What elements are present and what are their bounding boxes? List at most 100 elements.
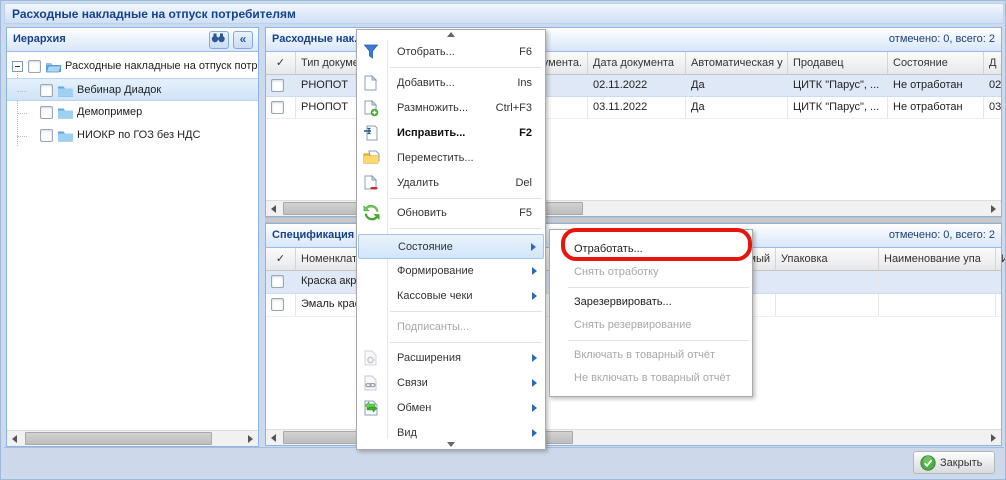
menu-scroll-down-icon[interactable]: [358, 439, 544, 449]
row-checkbox[interactable]: [271, 101, 284, 114]
cell-check: [266, 271, 296, 293]
menu-item-signers: Подписанты...: [358, 315, 544, 340]
cell-package-name: [879, 294, 996, 316]
cell-auto: Да: [686, 75, 788, 96]
scroll-left-icon[interactable]: [7, 431, 23, 446]
menu-separator: [390, 198, 542, 199]
annotation-highlight: [561, 228, 752, 261]
scroll-right-icon[interactable]: [985, 201, 1001, 216]
page-title: Расходные накладные на отпуск потребител…: [12, 7, 296, 21]
cell-auto: Да: [686, 97, 788, 118]
collapse-node-icon[interactable]: [12, 61, 23, 72]
duplicate-document-icon: [363, 100, 381, 117]
column-package[interactable]: Упаковка: [776, 248, 879, 270]
column-state[interactable]: Состояние: [888, 52, 984, 74]
menu-item-exchange[interactable]: Обмен: [358, 396, 544, 421]
documents-title: Расходные нак.: [272, 33, 357, 45]
cell-seller: ЦИТК "Парус", ...: [788, 75, 888, 96]
column-check[interactable]: ✓: [266, 248, 296, 270]
scroll-left-icon[interactable]: [266, 201, 282, 216]
menu-item-extensions[interactable]: Расширения: [358, 346, 544, 371]
collapse-panel-icon[interactable]: «: [233, 31, 253, 49]
row-checkbox[interactable]: [271, 79, 284, 92]
submenu-item-reserve[interactable]: Зарезервировать...: [551, 291, 751, 314]
menu-item-delete[interactable]: Удалить Del: [358, 171, 544, 196]
menu-separator: [390, 342, 542, 343]
hierarchy-panel-header: Иерархия «: [7, 28, 258, 52]
menu-item-refresh[interactable]: Обновить F5: [358, 201, 544, 226]
menu-item-forming[interactable]: Формирование: [358, 259, 544, 284]
specification-counter: отмечено: 0, всего: 2: [889, 229, 995, 241]
cell-package: [776, 271, 879, 293]
scroll-right-icon[interactable]: [242, 431, 258, 446]
column-last[interactable]: И: [996, 248, 1006, 270]
cell-doc-date: 02.11.2022: [588, 75, 686, 96]
row-checkbox[interactable]: [271, 298, 284, 311]
filter-icon: [363, 44, 381, 61]
hierarchy-tree: Расходные накладные на отпуск потре Веби…: [7, 53, 258, 430]
window-titlebar: Расходные накладные на отпуск потребител…: [4, 3, 1004, 24]
column-auto[interactable]: Автоматическая у: [686, 52, 788, 74]
submenu-arrow-icon: [532, 292, 537, 300]
tree-item-demo[interactable]: Демопример: [7, 101, 258, 124]
tree-item-vebinar[interactable]: Вебинар Диадок: [7, 78, 258, 101]
scrollbar-thumb[interactable]: [25, 432, 212, 445]
submenu-arrow-icon: [531, 243, 536, 251]
submenu-arrow-icon: [532, 429, 537, 437]
footer-bar: Закрыть: [4, 447, 1004, 476]
cell-package: [776, 294, 879, 316]
tree-item-label[interactable]: Вебинар Диадок: [77, 84, 161, 96]
column-package-name[interactable]: Наименование упа: [879, 248, 996, 270]
folder-icon: [57, 84, 74, 97]
tree-hscrollbar[interactable]: [7, 430, 258, 446]
tree-item-checkbox[interactable]: [40, 106, 53, 119]
tree-connector: [17, 91, 27, 92]
edit-document-icon: [363, 125, 381, 142]
tree-item-checkbox[interactable]: [40, 84, 53, 97]
submenu-item-exclude-report: Не включать в товарный отчёт: [551, 367, 751, 390]
menu-item-receipts[interactable]: Кассовые чеки: [358, 284, 544, 309]
tree-item-label[interactable]: Демопример: [77, 106, 142, 118]
menu-item-add[interactable]: Добавить... Ins: [358, 71, 544, 96]
folder-icon: [57, 129, 74, 142]
add-document-icon: [363, 75, 381, 92]
menu-item-edit[interactable]: Исправить... F2: [358, 121, 544, 146]
scroll-right-icon[interactable]: [985, 430, 1001, 445]
tree-item-checkbox[interactable]: [40, 129, 53, 142]
tree-root-row[interactable]: Расходные накладные на отпуск потре: [7, 55, 258, 78]
row-checkbox[interactable]: [271, 275, 284, 288]
tree-connector: [17, 113, 27, 114]
close-button[interactable]: Закрыть: [913, 451, 995, 474]
menu-item-move[interactable]: Переместить...: [358, 146, 544, 171]
menu-scroll-up-icon[interactable]: [358, 30, 544, 40]
menu-item-duplicate[interactable]: Размножить... Ctrl+F3: [358, 96, 544, 121]
tree-item-niokr[interactable]: НИОКР по ГОЗ без НДС: [7, 124, 258, 147]
column-check[interactable]: ✓: [266, 52, 296, 74]
submenu-item-unreserve: Снять резервирование: [551, 314, 751, 337]
open-folder-icon: [45, 60, 62, 73]
refresh-icon: [363, 205, 381, 222]
scroll-left-icon[interactable]: [266, 430, 282, 445]
cell-check: [266, 97, 296, 118]
column-doc-date[interactable]: Дата документа: [588, 52, 686, 74]
ok-check-icon: [920, 455, 936, 471]
cell-check: [266, 75, 296, 96]
tree-root-label[interactable]: Расходные накладные на отпуск потре: [65, 60, 258, 72]
menu-item-state[interactable]: Состояние: [358, 234, 544, 259]
menu-item-filter[interactable]: Отобрать... F6: [358, 40, 544, 65]
submenu-separator: [568, 340, 749, 341]
search-icon[interactable]: [209, 31, 229, 49]
submenu-arrow-icon: [532, 404, 537, 412]
move-folder-icon: [363, 150, 381, 167]
submenu-arrow-icon: [532, 379, 537, 387]
folder-icon: [57, 106, 74, 119]
close-button-label: Закрыть: [940, 457, 982, 469]
column-seller[interactable]: Продавец: [788, 52, 888, 74]
menu-item-links[interactable]: Связи: [358, 371, 544, 396]
cell-seller: ЦИТК "Парус", ...: [788, 97, 888, 118]
column-last[interactable]: Д: [984, 52, 1001, 74]
submenu-item-include-report: Включать в товарный отчёт: [551, 344, 751, 367]
tree-item-label[interactable]: НИОКР по ГОЗ без НДС: [77, 129, 200, 141]
tree-root-checkbox[interactable]: [28, 60, 41, 73]
hierarchy-title: Иерархия: [13, 33, 66, 45]
